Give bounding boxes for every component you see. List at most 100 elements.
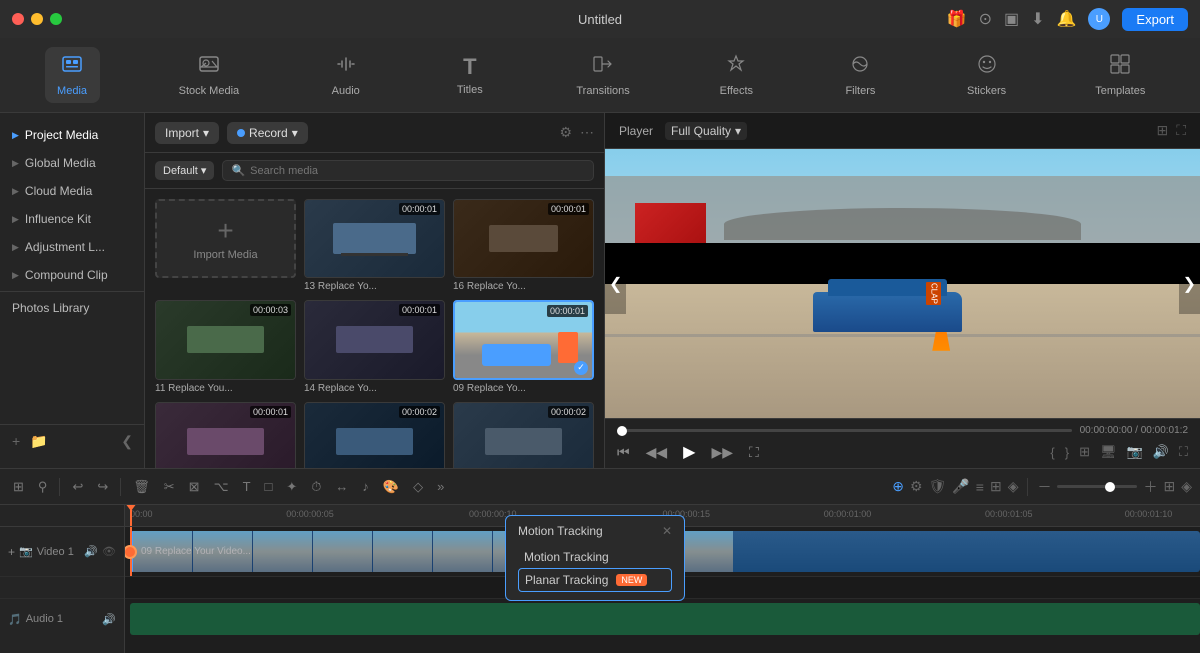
user-avatar[interactable]: U xyxy=(1088,8,1110,30)
add-folder-icon[interactable]: + xyxy=(12,433,20,450)
sidebar-item-global-media[interactable]: ▶ Global Media xyxy=(0,149,144,177)
collapse-tl-icon[interactable]: ◈ xyxy=(1181,478,1192,495)
media-item-14[interactable]: 00:00:01 14 Replace Yo... xyxy=(304,300,445,393)
media-item-16[interactable]: 00:00:01 16 Replace Yo... xyxy=(453,199,594,292)
tool-media[interactable]: Media xyxy=(45,47,100,103)
sidebar-item-cloud-media[interactable]: ▶ Cloud Media xyxy=(0,177,144,205)
screenshot-icon[interactable]: 📷 xyxy=(1127,444,1143,460)
collapse-icon[interactable]: ❮ xyxy=(121,433,133,450)
cut-button[interactable]: ✂ xyxy=(159,476,180,498)
media-item-15[interactable]: 00:00:01 15 Replace Yo... xyxy=(155,402,296,468)
sidebar-item-compound-clip[interactable]: ▶ Compound Clip xyxy=(0,261,144,289)
scene-cut-button[interactable]: ⊞ xyxy=(8,476,29,498)
sidebar-item-photos-library[interactable]: Photos Library xyxy=(0,294,144,322)
motion-popup-close[interactable]: ✕ xyxy=(662,524,672,538)
play-button[interactable]: ▶ xyxy=(683,442,695,462)
split-button[interactable]: ⌥ xyxy=(209,476,234,498)
redo-button[interactable]: ↪ xyxy=(92,476,113,498)
notification-icon[interactable]: 🔔 xyxy=(1057,9,1077,29)
track-mute-icon[interactable]: 🔊 xyxy=(84,545,98,558)
devices-icon[interactable]: ▣ xyxy=(1004,9,1019,29)
quality-select[interactable]: Full Quality ▾ xyxy=(665,122,747,140)
bracket-right-icon[interactable]: } xyxy=(1065,445,1069,460)
sidebar-item-adjustment[interactable]: ▶ Adjustment L... xyxy=(0,233,144,261)
tool-filters[interactable]: Filters xyxy=(833,47,888,103)
transition-tl-button[interactable]: ↔ xyxy=(330,476,353,497)
close-button[interactable] xyxy=(12,13,24,25)
tool-audio[interactable]: Audio xyxy=(318,47,373,103)
tool-transitions[interactable]: Transitions xyxy=(566,47,639,103)
folder-icon[interactable]: 📁 xyxy=(30,433,47,450)
audio-clip[interactable] xyxy=(130,603,1200,635)
import-button[interactable]: Import ▾ xyxy=(155,122,219,144)
zoom-icon[interactable]: ⛶ xyxy=(1179,444,1188,460)
progress-bar[interactable] xyxy=(617,429,1072,432)
preview-left-arrow[interactable]: ❮ xyxy=(605,254,626,314)
filter-icon[interactable]: ⚙ xyxy=(559,124,572,141)
tool-titles[interactable]: T Titles xyxy=(442,48,497,102)
magnet-button[interactable]: ⚲ xyxy=(33,476,53,498)
media-item-09[interactable]: 00:00:01 ✓ 09 Replace Yo... xyxy=(453,300,594,393)
layout-tl-icon[interactable]: ⊞ xyxy=(1163,478,1175,495)
media-item-13[interactable]: 00:00:01 13 Replace Yo... xyxy=(304,199,445,292)
settings-tl-icon[interactable]: ⚙ xyxy=(910,478,923,495)
media-item-12[interactable]: 00:00:02 12 Replace You... xyxy=(304,402,445,468)
media-item-10[interactable]: 00:00:02 10 Replace Yo... xyxy=(453,402,594,468)
frame-back-button[interactable]: ◀◀ xyxy=(646,444,668,461)
target-icon[interactable]: ⊕ xyxy=(892,478,904,495)
tool-effects[interactable]: Effects xyxy=(709,47,764,103)
tool-stock-media[interactable]: Stock Media xyxy=(169,47,250,103)
text-button[interactable]: T xyxy=(238,476,256,497)
keyframe-button[interactable]: ◇ xyxy=(408,476,428,498)
zoom-in-icon[interactable]: ＋ xyxy=(1143,477,1157,497)
record-button[interactable]: Record ▾ xyxy=(227,122,308,144)
zoom-slider[interactable] xyxy=(1057,485,1137,488)
undo-button[interactable]: ↩ xyxy=(67,476,88,498)
trim-button[interactable]: ⊠ xyxy=(184,476,205,498)
import-media-button[interactable]: + Import Media xyxy=(155,199,296,278)
minimize-button[interactable] xyxy=(31,13,43,25)
more-icon[interactable]: ⋯ xyxy=(580,124,594,141)
expand-icon[interactable]: ⛶ xyxy=(1176,122,1186,139)
grid-view-icon[interactable]: ⊞ xyxy=(1156,122,1168,139)
sidebar-item-influence-kit[interactable]: ▶ Influence Kit xyxy=(0,205,144,233)
motion-tracking-option[interactable]: Motion Tracking xyxy=(518,546,672,568)
speed-button[interactable]: ⏱ xyxy=(306,476,326,498)
export-button[interactable]: Export xyxy=(1122,8,1188,31)
search-input[interactable] xyxy=(250,165,585,177)
gift-icon[interactable]: 🎁 xyxy=(947,9,967,29)
video-track-icon[interactable]: 📷 xyxy=(19,545,33,558)
monitor-icon[interactable]: 🖥 xyxy=(1100,444,1117,460)
audio-tl-button[interactable]: ♪ xyxy=(357,476,374,497)
more-tl-button[interactable]: » xyxy=(432,476,449,497)
download-icon[interactable]: ⬇ xyxy=(1031,9,1044,29)
playhead[interactable] xyxy=(130,505,132,526)
clone-icon[interactable]: ⊞ xyxy=(990,478,1002,495)
profile-icon[interactable]: ⊙ xyxy=(979,9,992,29)
maximize-button[interactable] xyxy=(50,13,62,25)
grid-tl-icon[interactable]: ≡ xyxy=(976,479,984,495)
audio-mute-icon[interactable]: 🔊 xyxy=(102,613,116,626)
track-hide-icon[interactable]: 👁 xyxy=(102,545,116,558)
crop-button[interactable]: □ xyxy=(260,476,278,497)
import-media-item[interactable]: + Import Media xyxy=(155,199,296,292)
volume-icon[interactable]: 🔊 xyxy=(1153,444,1169,460)
bracket-left-icon[interactable]: { xyxy=(1050,445,1054,460)
tool-stickers[interactable]: Stickers xyxy=(957,47,1016,103)
shield-icon[interactable]: 🛡 xyxy=(929,478,947,495)
effects-tl-button[interactable]: ✦ xyxy=(281,476,302,498)
audio-track-icon[interactable]: 🎵 xyxy=(8,613,22,626)
default-button[interactable]: Default ▾ xyxy=(155,161,214,180)
keyframe2-icon[interactable]: ◈ xyxy=(1008,478,1019,495)
skip-back-button[interactable]: ⏮ xyxy=(617,444,630,461)
media-item-11[interactable]: 00:00:03 11 Replace You... xyxy=(155,300,296,393)
planar-tracking-option[interactable]: Planar Tracking NEW xyxy=(518,568,672,592)
frame-forward-button[interactable]: ▶▶ xyxy=(711,444,733,461)
zoom-out-icon[interactable]: － xyxy=(1037,477,1051,497)
add-track-icon[interactable]: + xyxy=(8,545,15,559)
mic-icon[interactable]: 🎤 xyxy=(952,478,969,495)
layout-icon[interactable]: ⊞ xyxy=(1079,444,1090,460)
delete-button[interactable]: 🗑 xyxy=(128,476,155,498)
tool-templates[interactable]: Templates xyxy=(1085,47,1155,103)
color-button[interactable]: 🎨 xyxy=(378,476,404,498)
